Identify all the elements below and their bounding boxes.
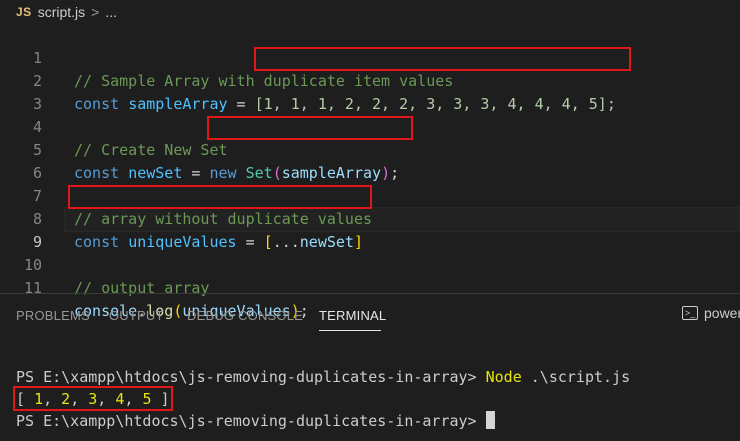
terminal-line: PS E:\xampp\htdocs\js-removing-duplicate… (16, 410, 495, 432)
shell-selector[interactable]: >_ powershell (682, 305, 740, 321)
panel-tab-bar: PROBLEMS OUTPUT DEBUG CONSOLE TERMINAL >… (0, 293, 740, 338)
code-line: 7 // array without duplicate values (0, 162, 740, 228)
shell-label: powershell (704, 305, 740, 321)
code-line: 1 // Sample Array with duplicate item va… (0, 24, 740, 90)
code-line: 4 // Create New Set (0, 93, 740, 159)
highlight-box-output (13, 386, 173, 411)
terminal-prompt: PS E:\xampp\htdocs\js-removing-duplicate… (16, 412, 486, 430)
terminal-line: PS E:\xampp\htdocs\js-removing-duplicate… (16, 366, 630, 388)
tab-terminal[interactable]: TERMINAL (319, 308, 386, 323)
terminal-icon: >_ (682, 306, 698, 320)
breadcrumb-more[interactable]: ... (105, 4, 117, 20)
highlight-box-set (207, 116, 413, 140)
tab-problems[interactable]: PROBLEMS (16, 308, 90, 323)
highlight-box-array (254, 47, 631, 71)
highlight-box-spread (68, 185, 372, 209)
tab-debug-console[interactable]: DEBUG CONSOLE (187, 308, 303, 323)
code-line: 10 // output array (0, 231, 740, 297)
code-editor[interactable]: 1 // Sample Array with duplicate item va… (0, 24, 740, 320)
terminal-command-arg: .\script.js (521, 368, 631, 386)
terminal-cursor (485, 411, 495, 429)
breadcrumb: JS script.js > ... (0, 0, 740, 24)
code-line: 11 console.log(uniqueValues); (0, 254, 740, 320)
active-tab-indicator (319, 330, 381, 331)
js-file-icon: JS (16, 5, 32, 19)
chevron-right-icon: > (91, 4, 100, 20)
terminal-output[interactable]: PS E:\xampp\htdocs\js-removing-duplicate… (0, 337, 740, 441)
terminal-prompt: PS E:\xampp\htdocs\js-removing-duplicate… (16, 368, 486, 386)
code-line: 6 (0, 139, 740, 182)
code-line: 9 (0, 208, 740, 251)
code-line: 3 (0, 70, 740, 113)
breadcrumb-file[interactable]: script.js (38, 4, 85, 20)
tab-output[interactable]: OUTPUT (109, 308, 164, 323)
terminal-command: Node (485, 368, 522, 386)
